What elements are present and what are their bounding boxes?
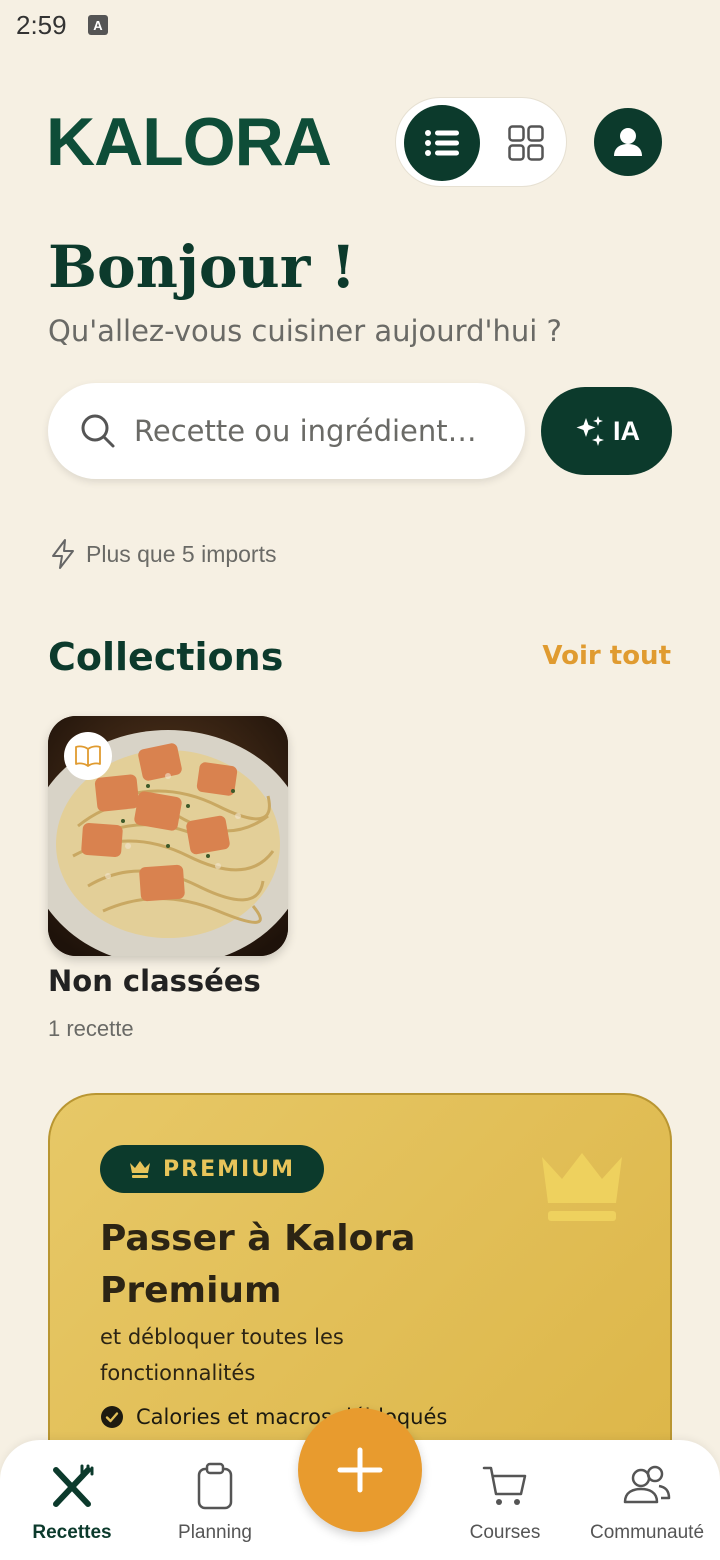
premium-badge: PREMIUM xyxy=(100,1145,324,1193)
clipboard-icon xyxy=(197,1462,233,1510)
lightning-icon xyxy=(52,539,74,569)
profile-button[interactable] xyxy=(594,108,662,176)
search-input[interactable] xyxy=(134,407,504,455)
list-view-button[interactable] xyxy=(404,105,480,181)
page-subtitle: Qu'allez-vous cuisiner aujourd'hui ? xyxy=(48,314,562,348)
nav-label: Planning xyxy=(178,1522,252,1543)
imports-notice: Plus que 5 imports xyxy=(50,538,276,570)
collection-badge xyxy=(64,732,112,780)
check-circle-icon xyxy=(101,1406,123,1428)
nav-label: Recettes xyxy=(32,1522,112,1543)
imports-text: Plus que 5 imports xyxy=(86,540,277,567)
see-all-link[interactable]: Voir tout xyxy=(542,641,671,671)
notification-icon: A xyxy=(88,15,108,35)
search-bar[interactable] xyxy=(48,383,525,479)
crown-icon xyxy=(542,1153,622,1221)
nav-item-courses[interactable]: Courses xyxy=(435,1462,575,1544)
nav-label: Communauté xyxy=(589,1522,705,1543)
plus-icon xyxy=(337,1447,383,1493)
user-icon xyxy=(614,128,642,156)
page-title: Bonjour ! xyxy=(48,233,356,301)
nav-item-recettes[interactable]: Recettes xyxy=(2,1462,142,1544)
premium-subtitle: et débloquer toutes les fonctionnalités xyxy=(100,1325,344,1385)
collection-card[interactable] xyxy=(48,716,288,956)
nav-label: Courses xyxy=(469,1522,541,1543)
view-toggle[interactable] xyxy=(395,97,567,187)
collection-count: 1 recette xyxy=(48,1016,134,1041)
status-time: 2:59 xyxy=(16,10,67,40)
utensils-icon xyxy=(53,1464,94,1507)
search-icon xyxy=(81,414,115,448)
ai-button[interactable]: IA xyxy=(541,387,672,475)
premium-badge-label: PREMIUM xyxy=(163,1156,295,1182)
collections-title: Collections xyxy=(48,635,284,679)
grid-view-button[interactable] xyxy=(488,105,564,181)
nav-item-planning[interactable]: Planning xyxy=(145,1462,285,1544)
add-recipe-button[interactable] xyxy=(298,1408,422,1532)
grid-icon xyxy=(508,125,544,161)
ai-button-label: IA xyxy=(613,415,640,446)
collection-name: Non classées xyxy=(48,964,261,998)
book-icon xyxy=(75,745,101,767)
status-bar: 2:59 A xyxy=(0,0,720,50)
cart-icon xyxy=(482,1466,527,1505)
premium-title: Passer à Kalora Premium xyxy=(100,1218,416,1311)
nav-item-communaute[interactable]: Communauté xyxy=(577,1462,717,1544)
app-logo: KALORA xyxy=(46,104,332,180)
crown-icon xyxy=(130,1161,151,1178)
sparkles-icon xyxy=(576,416,604,446)
list-icon xyxy=(425,130,459,156)
users-icon xyxy=(623,1465,671,1504)
